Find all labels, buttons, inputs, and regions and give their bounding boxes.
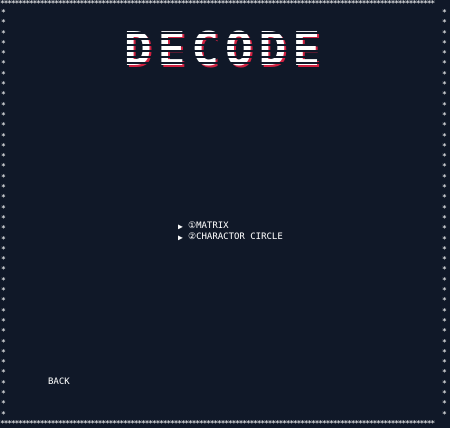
game-title-text: DECODE xyxy=(123,22,327,76)
star-border-bottom: ****************************************… xyxy=(0,420,435,428)
game-title: DECODE xyxy=(0,24,450,74)
arrow-right-icon: ▶ xyxy=(178,233,183,242)
back-button[interactable]: BACK xyxy=(48,377,70,387)
menu-item-label: ①MATRIX xyxy=(188,221,229,231)
decode-menu: ▶ ①MATRIX ▶ ②CHARACTOR CIRCLE xyxy=(178,221,283,243)
menu-item-matrix[interactable]: ▶ ①MATRIX xyxy=(178,221,283,232)
arrow-right-icon: ▶ xyxy=(178,222,183,231)
star-border-top: ****************************************… xyxy=(0,0,435,8)
game-screen: ****************************************… xyxy=(0,0,450,428)
menu-item-charactor-circle[interactable]: ▶ ②CHARACTOR CIRCLE xyxy=(178,232,283,243)
menu-item-label: ②CHARACTOR CIRCLE xyxy=(188,232,283,242)
